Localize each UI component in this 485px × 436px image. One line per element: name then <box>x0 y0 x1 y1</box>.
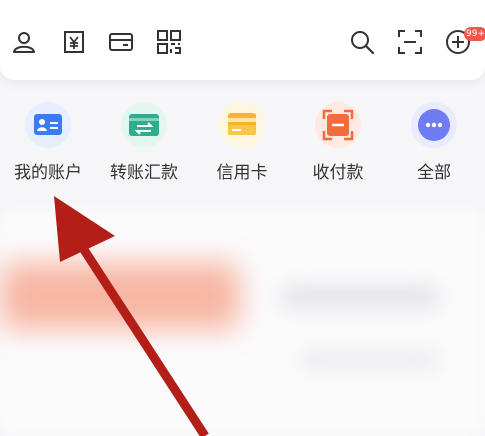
user-icon[interactable] <box>10 28 38 56</box>
more-icon <box>411 102 457 148</box>
transfer-icon <box>121 102 167 148</box>
credit-card-icon <box>219 102 265 148</box>
receive-pay-icon <box>315 102 361 148</box>
quick-action-label: 我的账户 <box>14 163 82 183</box>
blurred-text-block <box>300 350 440 370</box>
quick-action-my-account[interactable]: 我的账户 <box>0 92 96 192</box>
account-card-icon <box>25 102 71 148</box>
quick-action-label: 收付款 <box>312 163 364 183</box>
quick-actions-row: 我的账户 转账汇款 信用卡 收付款 全部 <box>0 92 485 192</box>
quick-action-transfer[interactable]: 转账汇款 <box>96 92 192 192</box>
quick-action-all[interactable]: 全部 <box>386 92 482 192</box>
quick-action-label: 转账汇款 <box>110 163 178 183</box>
bill-icon[interactable] <box>60 28 88 56</box>
search-icon[interactable] <box>348 28 376 56</box>
quick-action-receive-pay[interactable]: 收付款 <box>290 92 386 192</box>
scan-icon[interactable] <box>396 28 424 56</box>
quick-action-label: 全部 <box>417 163 451 183</box>
notification-badge: 99+ <box>464 27 485 41</box>
blurred-banner <box>0 262 240 330</box>
qr-code-icon[interactable] <box>155 28 183 56</box>
top-bar: 99+ <box>0 0 485 80</box>
card-icon[interactable] <box>107 28 135 56</box>
quick-action-label: 信用卡 <box>216 163 268 183</box>
quick-action-credit-card[interactable]: 信用卡 <box>194 92 290 192</box>
blurred-text-block <box>280 285 440 309</box>
